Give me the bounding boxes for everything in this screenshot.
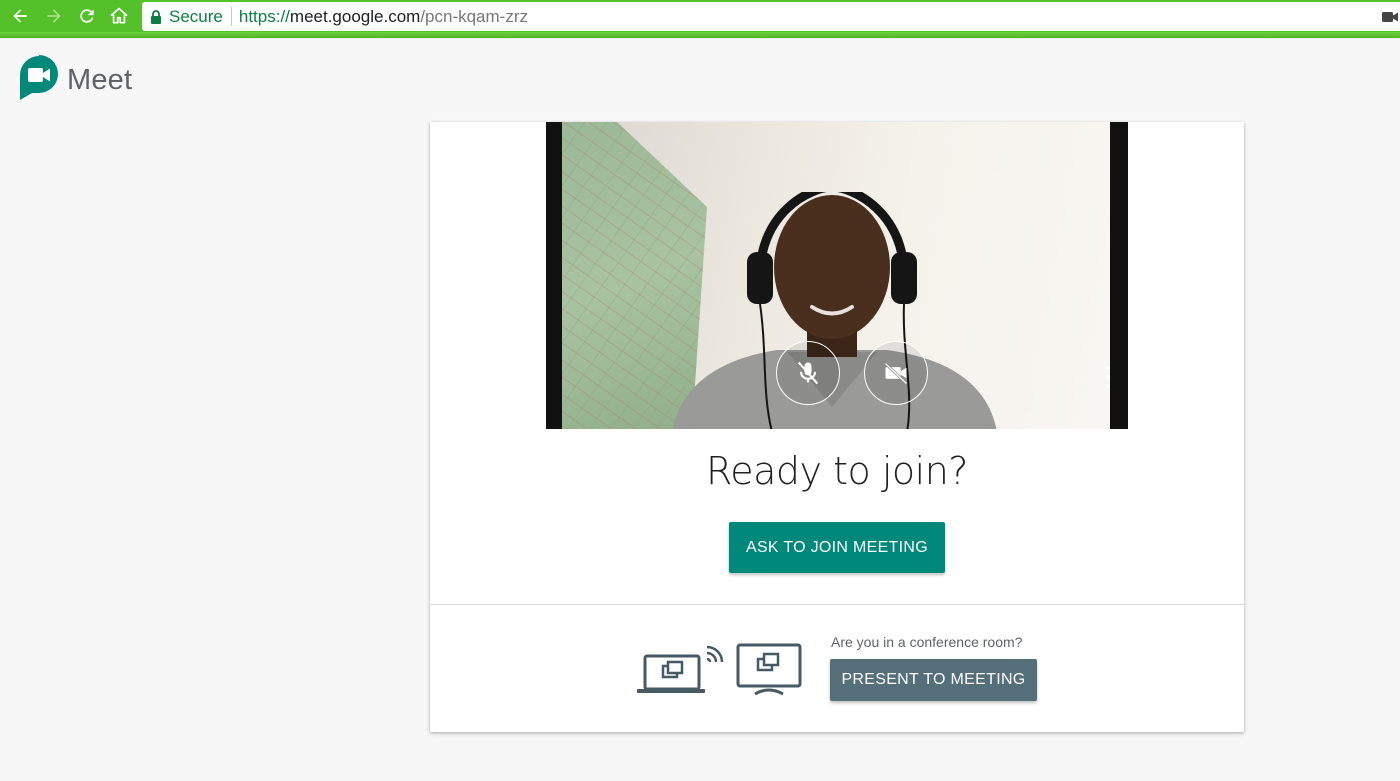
home-icon[interactable] <box>107 4 131 28</box>
self-preview-video <box>546 122 1128 429</box>
ready-to-join-heading: Ready to join? <box>706 449 968 493</box>
lock-icon <box>150 9 162 24</box>
mic-off-icon <box>797 361 819 385</box>
more-vert-icon[interactable] <box>1102 366 1110 388</box>
omnibox-separator <box>230 7 232 26</box>
address-bar[interactable]: Secure https://meet.google.com/pcn-kqam-… <box>142 2 1400 31</box>
url-text[interactable]: https://meet.google.com/pcn-kqam-zrz <box>239 7 528 27</box>
meet-logo-icon <box>19 54 59 107</box>
microphone-toggle-button[interactable] <box>776 341 840 405</box>
toolbar-progress-strip <box>0 32 1400 38</box>
back-arrow-icon[interactable] <box>8 4 32 28</box>
camera-indicator-icon[interactable] <box>1382 10 1398 22</box>
card-divider <box>430 604 1244 605</box>
laptop-cast-to-display-icon <box>637 643 802 696</box>
conference-room-question: Are you in a conference room? <box>831 634 1023 650</box>
video-frame <box>562 122 1110 429</box>
more-dot <box>1106 366 1110 370</box>
meet-logo[interactable]: Meet <box>19 54 133 107</box>
forward-arrow-icon[interactable] <box>42 4 66 28</box>
secure-label: Secure <box>169 6 223 26</box>
camera-toggle-button[interactable] <box>864 341 928 405</box>
url-host: meet.google.com <box>289 6 421 26</box>
url-path: /pcn-kqam-zrz <box>420 6 528 26</box>
present-to-meeting-button[interactable]: PRESENT TO MEETING <box>830 659 1037 701</box>
more-dot <box>1106 375 1110 379</box>
reload-icon[interactable] <box>75 4 99 28</box>
app-name: Meet <box>67 63 133 96</box>
url-scheme: https:// <box>238 6 290 26</box>
ask-to-join-button[interactable]: ASK TO JOIN MEETING <box>729 522 945 573</box>
more-dot <box>1106 384 1110 388</box>
camera-off-icon <box>884 362 908 385</box>
join-card: Ready to join? ASK TO JOIN MEETING Are y… <box>430 122 1244 732</box>
